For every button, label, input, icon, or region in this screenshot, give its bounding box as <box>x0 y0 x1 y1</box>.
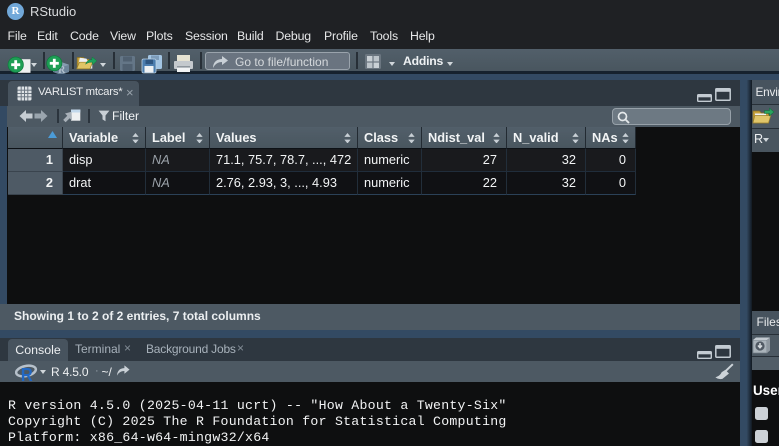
svg-text:R: R <box>21 364 33 383</box>
